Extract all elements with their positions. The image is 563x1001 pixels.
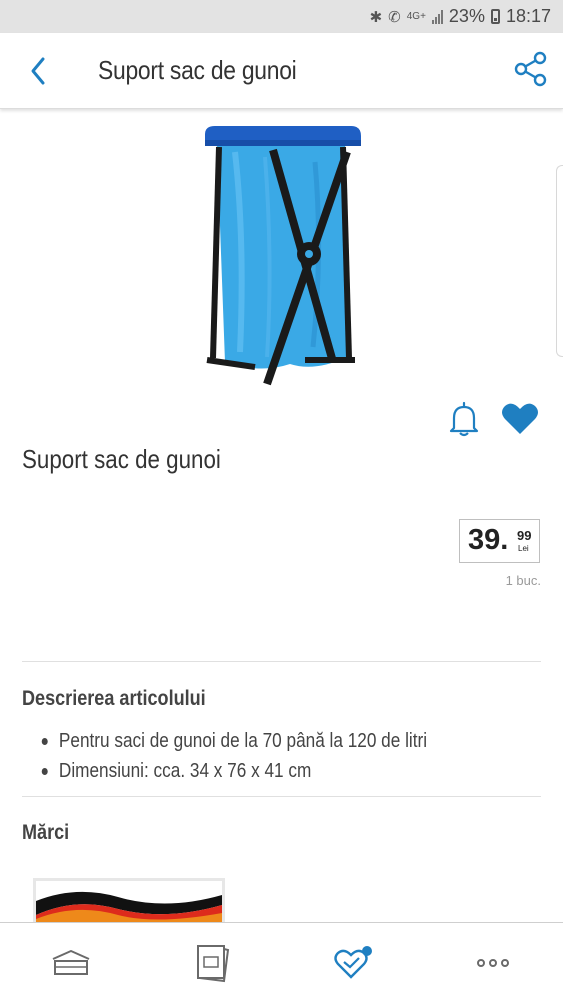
german-flag-image — [36, 881, 222, 922]
price-main: 39. — [468, 524, 509, 556]
favorites-icon — [334, 946, 372, 979]
back-button[interactable] — [24, 53, 56, 89]
chevron-left-icon — [31, 57, 45, 85]
unit-label: 1 buc. — [505, 573, 541, 588]
wifi-calling-icon: ✆ — [388, 8, 401, 26]
trash-bag-holder-image — [205, 126, 361, 386]
network-type: 4G+ — [406, 10, 426, 22]
heart-icon — [502, 403, 538, 434]
carousel-edge — [556, 165, 563, 357]
price-cents: 99 — [517, 528, 532, 543]
home-icon — [52, 950, 90, 975]
more-icon — [477, 959, 509, 967]
divider — [22, 796, 541, 797]
list-item: Dimensiuni: cca. 34 x 76 x 41 cm — [40, 757, 427, 787]
nav-more[interactable] — [471, 941, 515, 985]
description-heading: Descrierea articolului — [22, 687, 206, 710]
clock: 18:17 — [505, 6, 551, 26]
favorite-button[interactable] — [501, 402, 539, 436]
page-title: Suport sac de gunoi — [98, 55, 297, 85]
bell-icon — [449, 401, 479, 437]
product-title: Suport sac de gunoi — [22, 444, 221, 474]
product-image[interactable] — [195, 122, 365, 392]
flyer-icon — [197, 945, 230, 983]
nav-favorites[interactable] — [331, 941, 375, 985]
top-app-bar: Suport sac de gunoi — [0, 33, 563, 109]
bluetooth-icon: ✱ — [369, 8, 383, 26]
nav-home[interactable] — [49, 941, 93, 985]
price-tag: 39. 99 Lei — [459, 519, 540, 563]
bottom-navigation — [0, 922, 563, 1001]
divider — [22, 661, 541, 662]
signal-icon — [431, 9, 443, 24]
description-list: Pentru saci de gunoi de la 70 până la 12… — [40, 727, 490, 787]
notify-button[interactable] — [448, 400, 480, 438]
price-currency: Lei — [518, 544, 529, 553]
brand-flag-image[interactable] — [33, 878, 225, 922]
battery-icon — [490, 9, 500, 24]
share-button[interactable] — [513, 50, 549, 88]
share-icon — [514, 51, 547, 87]
brands-heading: Mărci — [22, 821, 70, 844]
status-bar: ✱ ✆ 4G+ 23% 18:17 — [0, 0, 563, 33]
nav-flyer[interactable] — [190, 941, 234, 985]
list-item: Pentru saci de gunoi de la 70 până la 12… — [40, 727, 427, 757]
battery-percent: 23% — [448, 6, 485, 26]
